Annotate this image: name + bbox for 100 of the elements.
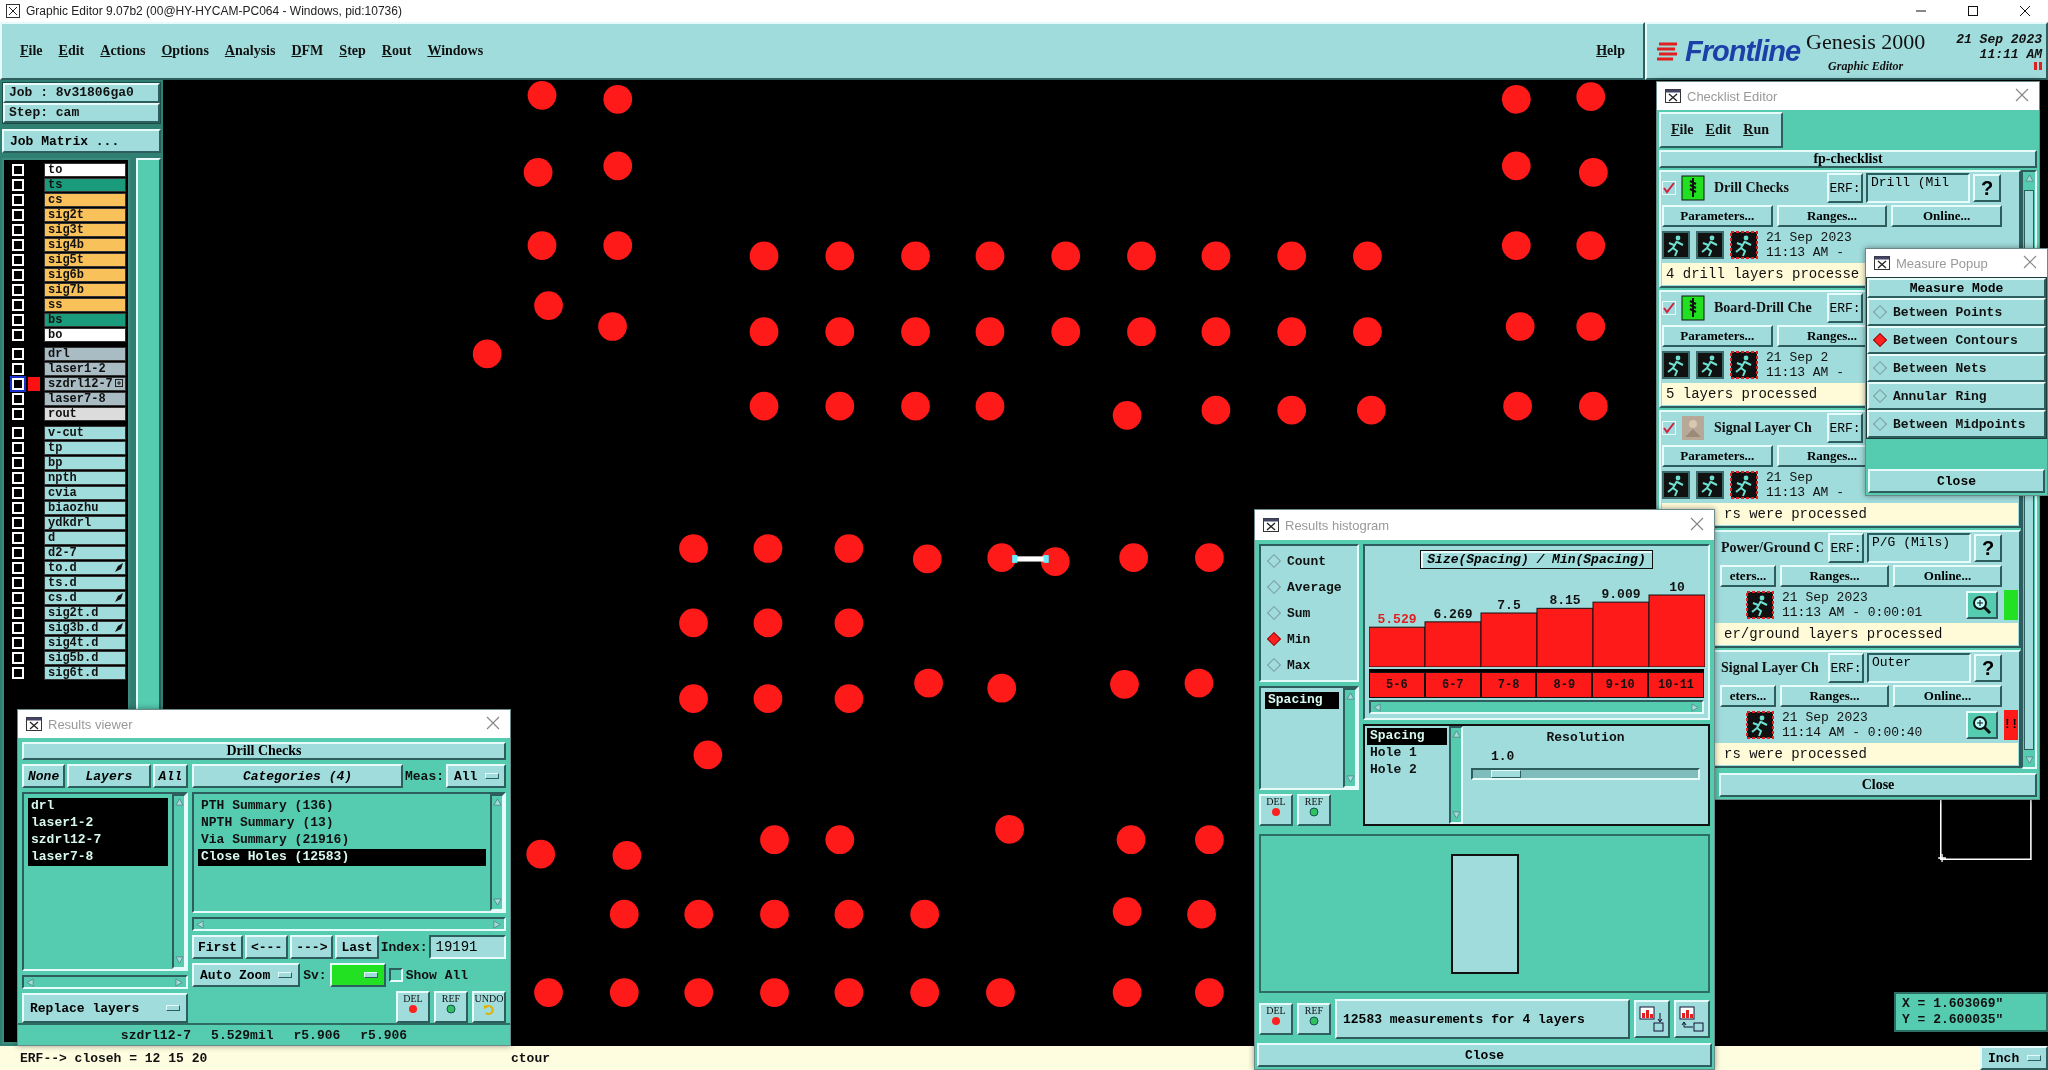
- layer-checkbox[interactable]: [12, 591, 24, 604]
- layer-checkbox[interactable]: [12, 193, 24, 206]
- erf-field[interactable]: P/G (Mils): [1867, 533, 1971, 563]
- erf-button[interactable]: ERF:: [1827, 413, 1863, 443]
- menu-item[interactable]: File: [20, 43, 43, 59]
- layer-name[interactable]: drl: [44, 346, 126, 361]
- histogram-bar[interactable]: [1592, 601, 1650, 667]
- sv-dropdown[interactable]: [329, 963, 386, 987]
- list-item[interactable]: Spacing: [1265, 692, 1339, 709]
- layer-checkbox[interactable]: [12, 546, 24, 559]
- layer-name[interactable]: to: [44, 162, 126, 177]
- close-button[interactable]: [486, 716, 502, 732]
- layer-name[interactable]: sig6b: [44, 267, 126, 282]
- layer-checkbox[interactable]: [12, 298, 24, 311]
- erf-button[interactable]: ERF:: [1827, 173, 1863, 203]
- layer-name[interactable]: sig5t: [44, 252, 126, 267]
- close-button[interactable]: Close: [1868, 469, 2045, 493]
- list-item[interactable]: laser7-8: [28, 849, 168, 866]
- layer-checkbox[interactable]: [12, 347, 24, 360]
- close-button[interactable]: [1690, 517, 1706, 533]
- layer-name[interactable]: bp: [44, 455, 126, 470]
- layer-name[interactable]: sig4b: [44, 237, 126, 252]
- check-action-button[interactable]: Parameters...: [1662, 325, 1773, 347]
- menu-item[interactable]: Edit: [58, 43, 85, 59]
- layer-name[interactable]: bo: [44, 327, 126, 342]
- list-item[interactable]: szdrl12-7: [28, 832, 168, 849]
- layer-checkbox[interactable]: [12, 471, 24, 484]
- layer-name[interactable]: sig3b.d: [44, 620, 126, 635]
- erf-button[interactable]: ERF:: [1828, 653, 1864, 683]
- close-button[interactable]: [2023, 255, 2039, 271]
- menu-item[interactable]: File: [1671, 122, 1694, 138]
- nav-button[interactable]: <---: [245, 935, 289, 959]
- layer-name[interactable]: ts.d: [44, 575, 126, 590]
- nav-button[interactable]: Last: [335, 935, 379, 959]
- runner-icon[interactable]: [1746, 591, 1774, 619]
- tool-button[interactable]: REF: [1297, 1003, 1331, 1035]
- measure-mode-option[interactable]: Between Points: [1867, 298, 2046, 326]
- checkmark-icon[interactable]: [1662, 421, 1676, 435]
- layer-name[interactable]: rout: [44, 406, 126, 421]
- histogram-bar[interactable]: [1648, 594, 1705, 667]
- check-action-button[interactable]: Ranges...: [1780, 685, 1889, 707]
- nav-button[interactable]: First: [192, 935, 243, 959]
- layer-checkbox[interactable]: [12, 407, 24, 420]
- list-item[interactable]: Spacing: [1367, 728, 1447, 745]
- layer-checkbox[interactable]: [12, 486, 24, 499]
- layer-name[interactable]: d: [44, 530, 126, 545]
- tool-button[interactable]: DEL: [1259, 1003, 1293, 1035]
- layer-name[interactable]: v-cut: [44, 425, 126, 440]
- layer-name[interactable]: cs.d: [44, 590, 126, 605]
- checkmark-icon[interactable]: [1662, 181, 1676, 195]
- close-button[interactable]: Close: [1257, 1043, 1712, 1067]
- list-item[interactable]: PTH Summary (136): [198, 798, 486, 815]
- runner-icon[interactable]: [1696, 231, 1724, 259]
- runner-icon[interactable]: [1730, 351, 1758, 379]
- layer-name[interactable]: sig5b.d: [44, 650, 126, 665]
- layer-checkbox[interactable]: [12, 621, 24, 634]
- meas-dropdown[interactable]: All: [446, 764, 506, 788]
- layer-checkbox[interactable]: [12, 666, 24, 679]
- menu-item[interactable]: Options: [161, 43, 209, 59]
- layer-checkbox[interactable]: [12, 328, 24, 341]
- tool-button[interactable]: REF: [1297, 794, 1331, 826]
- layer-checkbox[interactable]: [12, 268, 24, 281]
- layer-checkbox[interactable]: [12, 531, 24, 544]
- close-button[interactable]: Close: [1719, 773, 2037, 797]
- layer-name[interactable]: ydkdrl: [44, 515, 126, 530]
- layer-checkbox[interactable]: [12, 606, 24, 619]
- check-action-button[interactable]: Online...: [1893, 685, 2002, 707]
- layer-checkbox[interactable]: [12, 501, 24, 514]
- check-action-button[interactable]: Parameters...: [1662, 205, 1773, 227]
- runner-icon[interactable]: [1730, 231, 1758, 259]
- layer-checkbox[interactable]: [12, 561, 24, 574]
- select-none-button[interactable]: None: [22, 764, 66, 788]
- layer-name[interactable]: cs: [44, 192, 126, 207]
- layer-checkbox[interactable]: [12, 441, 24, 454]
- layer-name[interactable]: sig2t.d: [44, 605, 126, 620]
- layer-name[interactable]: szdrl12-7: [44, 376, 126, 391]
- zoom-mode-dropdown[interactable]: Auto Zoom: [192, 963, 301, 987]
- close-button[interactable]: [2015, 88, 2031, 104]
- check-action-button[interactable]: Ranges...: [1780, 565, 1889, 587]
- layer-checkbox[interactable]: [12, 362, 24, 375]
- layer-name[interactable]: sig3t: [44, 222, 126, 237]
- check-action-button[interactable]: Parameters...: [1662, 445, 1773, 467]
- layer-name[interactable]: ts: [44, 177, 126, 192]
- layer-checkbox[interactable]: [12, 178, 24, 191]
- list-item[interactable]: Hole 1: [1367, 745, 1447, 762]
- zoom-button[interactable]: [1966, 591, 1998, 619]
- job-matrix-button[interactable]: Job Matrix ...: [2, 129, 161, 153]
- layer-name[interactable]: d2-7: [44, 545, 126, 560]
- layer-name[interactable]: sig6t.d: [44, 665, 126, 680]
- list-item[interactable]: Via Summary (21916): [198, 832, 486, 849]
- histogram-bar[interactable]: [1480, 612, 1538, 667]
- list-item[interactable]: laser1-2: [28, 815, 168, 832]
- layer-checkbox[interactable]: [12, 392, 24, 405]
- histogram-bar[interactable]: [1536, 607, 1594, 667]
- menu-item[interactable]: Analysis: [224, 43, 276, 59]
- tool-button[interactable]: DEL: [396, 991, 430, 1023]
- erf-field[interactable]: Drill (Mil: [1866, 173, 1970, 203]
- runner-icon[interactable]: [1746, 711, 1774, 739]
- layer-checkbox[interactable]: [12, 283, 24, 296]
- runner-icon[interactable]: [1662, 471, 1690, 499]
